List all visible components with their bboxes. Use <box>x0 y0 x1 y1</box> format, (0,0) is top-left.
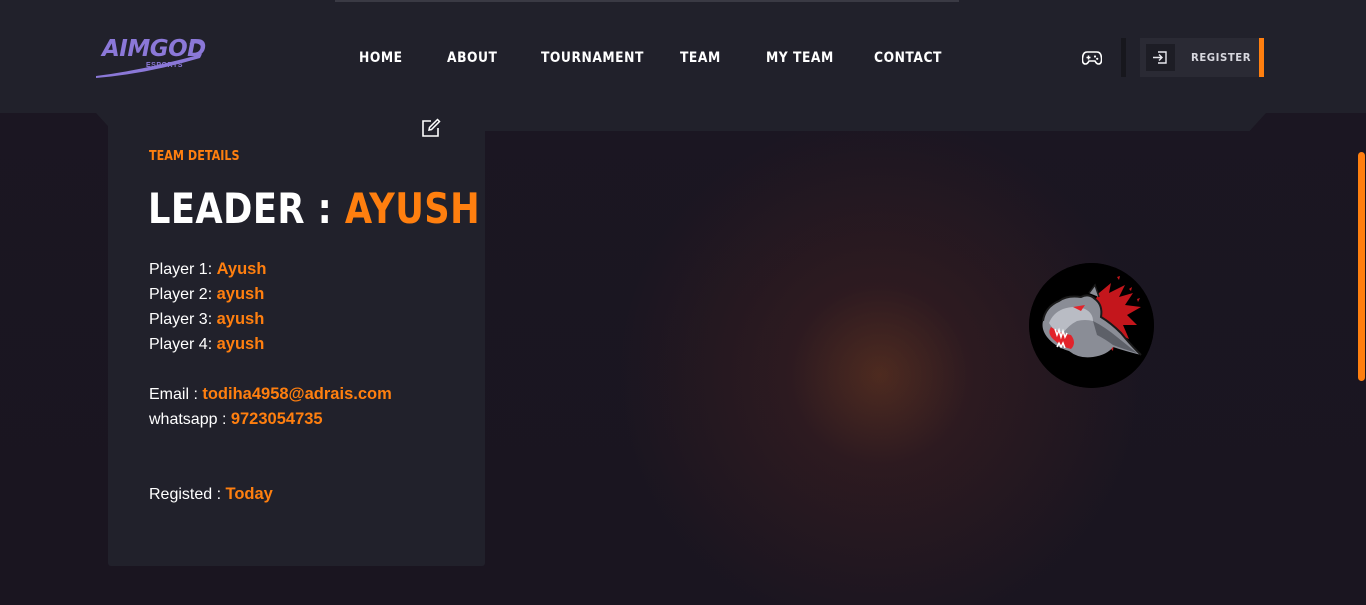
register-label: REGISTER <box>1191 51 1252 64</box>
nav-my-team[interactable]: MY TEAM <box>766 50 834 66</box>
brand-name: AIMGOD <box>102 36 206 62</box>
nav-team[interactable]: TEAM <box>680 50 721 66</box>
sign-in-icon <box>1146 44 1175 71</box>
email-label: Email : <box>149 386 203 403</box>
register-button[interactable]: REGISTER <box>1140 38 1264 77</box>
nav-home[interactable]: HOME <box>359 50 403 66</box>
player-name: Ayush <box>216 260 267 278</box>
player-label: Player 4: <box>149 336 217 353</box>
player-label: Player 1: <box>149 261 217 278</box>
nav-contact[interactable]: CONTACT <box>874 50 942 66</box>
player-row: Player 2: ayush <box>149 284 264 305</box>
registered-label: Registed : <box>149 486 226 503</box>
player-name: ayush <box>216 310 265 328</box>
panther-logo-icon <box>1029 263 1154 388</box>
leader-name: AYUSH <box>344 184 481 233</box>
top-divider <box>335 0 959 2</box>
edit-icon[interactable] <box>420 117 442 139</box>
email-value: todiha4958@adrais.com <box>202 385 392 403</box>
whatsapp-label: whatsapp : <box>149 411 231 428</box>
scrollbar-thumb[interactable] <box>1358 152 1365 381</box>
player-row: Player 4: ayush <box>149 334 264 355</box>
email-row: Email : todiha4958@adrais.com <box>149 384 392 405</box>
nav-about[interactable]: ABOUT <box>447 50 497 66</box>
whatsapp-value: 9723054735 <box>230 410 323 428</box>
nav-tournament[interactable]: TOURNAMENT <box>541 50 644 66</box>
section-label: TEAM DETAILS <box>149 149 240 164</box>
team-details-card: TEAM DETAILS LEADER : AYUSH Player 1: Ay… <box>108 113 485 566</box>
whatsapp-row: whatsapp : 9723054735 <box>149 409 323 430</box>
header-divider <box>1121 38 1126 77</box>
player-label: Player 2: <box>149 286 217 303</box>
register-accent-bar <box>1259 38 1264 77</box>
gamepad-icon[interactable] <box>1081 50 1103 66</box>
player-name: ayush <box>216 335 265 353</box>
brand-subtitle: ESPORTS <box>146 62 183 69</box>
leader-prefix: LEADER : <box>148 184 345 233</box>
brand-logo[interactable]: AIMGOD ESPORTS <box>94 34 206 80</box>
registered-row: Registed : Today <box>149 484 273 505</box>
leader-heading: LEADER : AYUSH <box>148 185 480 233</box>
player-label: Player 3: <box>149 311 217 328</box>
registered-value: Today <box>225 485 273 503</box>
player-name: ayush <box>216 285 265 303</box>
player-row: Player 1: Ayush <box>149 259 266 280</box>
player-row: Player 3: ayush <box>149 309 264 330</box>
